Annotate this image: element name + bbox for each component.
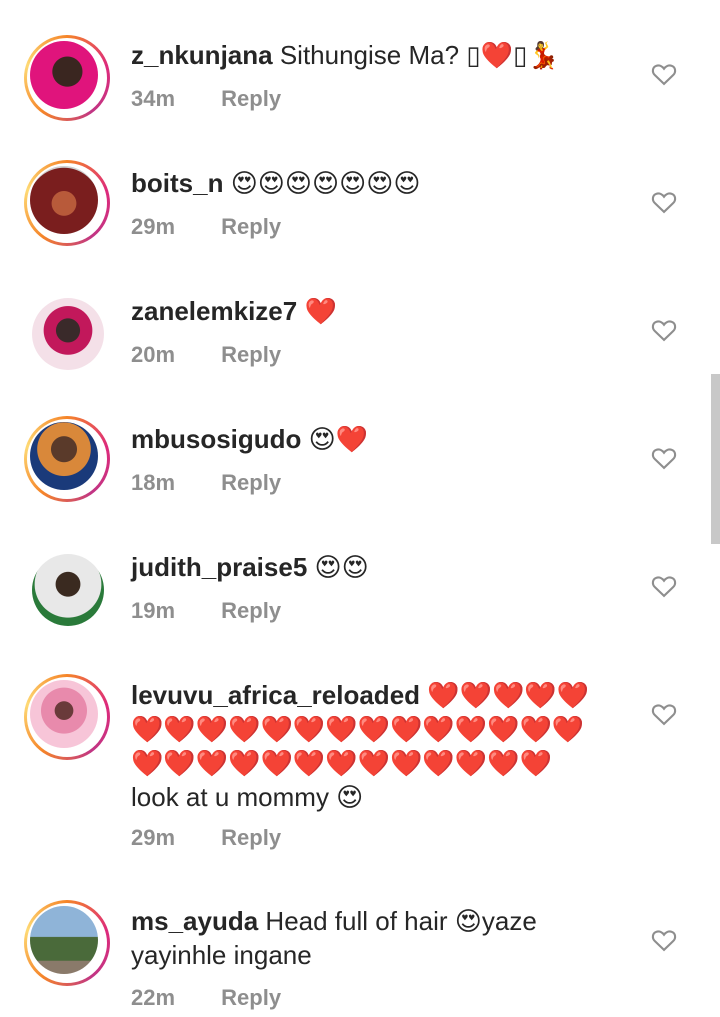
- heart-outline-icon[interactable]: [650, 444, 678, 472]
- comment-time: 19m: [131, 598, 176, 623]
- comment-username[interactable]: judith_praise5: [131, 552, 307, 582]
- avatar[interactable]: [24, 35, 110, 121]
- comment-time: 34m: [131, 86, 176, 111]
- comment-body: yaze: [481, 906, 537, 936]
- comment-username[interactable]: z_nkunjana: [131, 40, 273, 70]
- reply-button[interactable]: Reply: [221, 214, 281, 239]
- comment-username[interactable]: ms_ayuda: [131, 906, 258, 936]
- comment-meta: 22m Reply: [131, 985, 281, 1011]
- heart-outline-icon[interactable]: [650, 926, 678, 954]
- avatar[interactable]: [24, 900, 110, 986]
- comment-text: boits_n 😍😍😍😍😍😍😍: [131, 166, 631, 200]
- comment-time: 18m: [131, 470, 176, 495]
- comment-text: z_nkunjana Sithungise Ma? ▯❤️▯💃: [131, 38, 631, 72]
- comment-body: yayinhle ingane: [131, 940, 312, 970]
- avatar[interactable]: [24, 674, 110, 760]
- reply-button[interactable]: Reply: [221, 86, 281, 111]
- comment-meta: 29m Reply: [131, 825, 281, 851]
- reply-button[interactable]: Reply: [221, 985, 281, 1010]
- comment-text: ms_ayuda Head full of hair 😍yaze yayinhl…: [131, 904, 631, 972]
- comment-text: zanelemkize7 ❤️: [131, 294, 631, 328]
- comment-meta: 18m Reply: [131, 470, 281, 496]
- heart-outline-icon[interactable]: [650, 188, 678, 216]
- reply-button[interactable]: Reply: [221, 470, 281, 495]
- comment-meta: 20m Reply: [131, 342, 281, 368]
- reply-button[interactable]: Reply: [221, 598, 281, 623]
- comment-emoji: 😍: [454, 906, 482, 936]
- reply-button[interactable]: Reply: [221, 825, 281, 850]
- comment-username[interactable]: boits_n: [131, 168, 223, 198]
- comment-body: Head full of hair: [265, 906, 455, 936]
- heart-outline-icon[interactable]: [650, 572, 678, 600]
- comment-text: mbusosigudo 😍❤️: [131, 422, 631, 456]
- reply-button[interactable]: Reply: [221, 342, 281, 367]
- comment-meta: 34m Reply: [131, 86, 281, 112]
- comment-emoji: 😍❤️: [308, 424, 369, 454]
- comment-emoji: ▯❤️▯💃: [466, 40, 560, 70]
- heart-outline-icon[interactable]: [650, 60, 678, 88]
- comment-text: levuvu_africa_reloaded ❤️❤️❤️❤️❤️ ❤️❤️❤️…: [131, 678, 651, 814]
- comment-emoji-line: ❤️❤️❤️❤️❤️❤️❤️❤️❤️❤️❤️❤️❤️: [131, 748, 552, 778]
- scrollbar[interactable]: [711, 374, 720, 544]
- heart-outline-icon[interactable]: [650, 700, 678, 728]
- comment-username[interactable]: mbusosigudo: [131, 424, 301, 454]
- comment-emoji: 😍: [336, 782, 364, 812]
- avatar[interactable]: [32, 298, 104, 370]
- comment-emoji: 😍😍😍😍😍😍😍: [230, 168, 421, 198]
- avatar[interactable]: [24, 416, 110, 502]
- comment-time: 20m: [131, 342, 176, 367]
- comment-emoji: ❤️: [304, 296, 337, 326]
- comment-emoji: ❤️❤️❤️❤️❤️: [427, 680, 590, 710]
- avatar[interactable]: [32, 554, 104, 626]
- comment-meta: 19m Reply: [131, 598, 281, 624]
- comment-emoji: 😍😍: [314, 552, 369, 582]
- comment-emoji-line: ❤️❤️❤️❤️❤️❤️❤️❤️❤️❤️❤️❤️❤️❤️: [131, 714, 585, 744]
- heart-outline-icon[interactable]: [650, 316, 678, 344]
- comment-time: 29m: [131, 825, 176, 850]
- comment-time: 22m: [131, 985, 176, 1010]
- comment-text: judith_praise5 😍😍: [131, 550, 631, 584]
- comment-username[interactable]: levuvu_africa_reloaded: [131, 680, 420, 710]
- comment-username[interactable]: zanelemkize7: [131, 296, 297, 326]
- comment-body: look at u mommy: [131, 782, 337, 812]
- avatar[interactable]: [24, 160, 110, 246]
- comment-time: 29m: [131, 214, 176, 239]
- comment-meta: 29m Reply: [131, 214, 281, 240]
- comment-body: Sithungise Ma?: [279, 40, 467, 70]
